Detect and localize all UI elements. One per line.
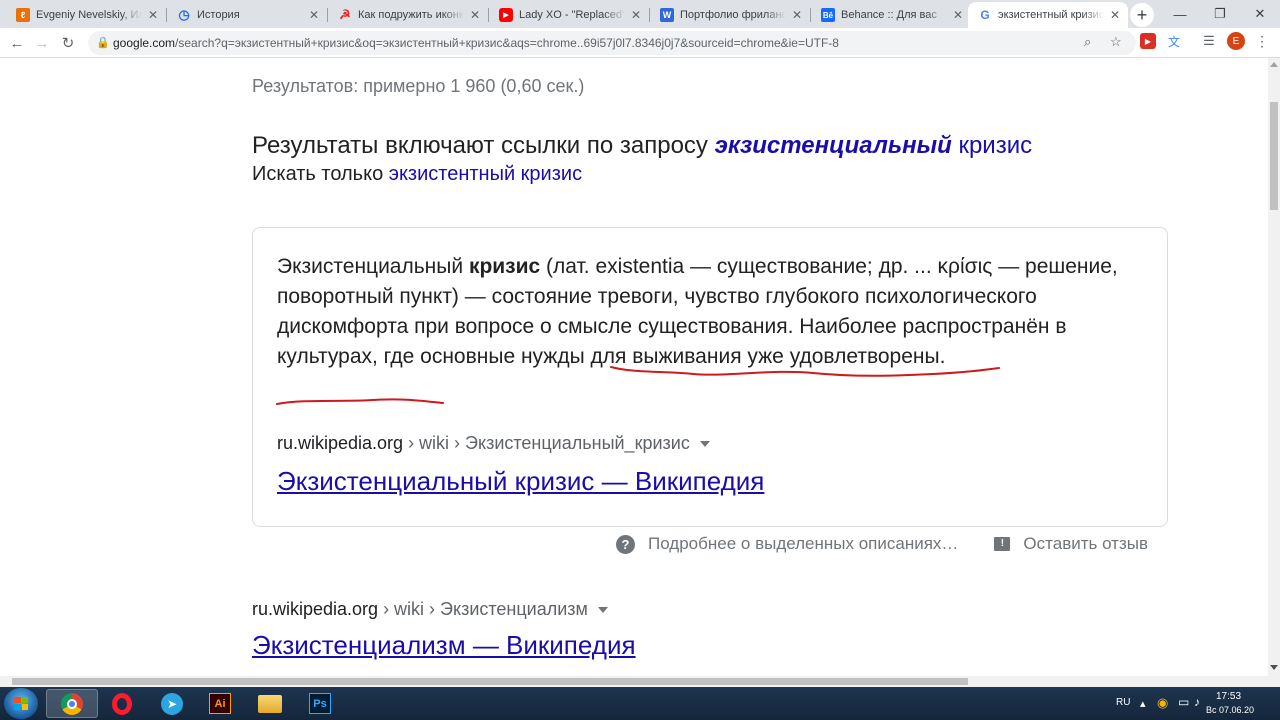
results-count: Результатов: примерно 1 960 (0,60 сек.) xyxy=(252,76,585,96)
forward-icon[interactable]: → xyxy=(31,32,53,54)
lock-icon[interactable]: 🔒 xyxy=(96,36,110,49)
close-icon[interactable]: ✕ xyxy=(629,8,643,22)
horizontal-scrollbar[interactable] xyxy=(0,676,1280,687)
new-tab-button[interactable]: + xyxy=(1130,3,1154,27)
search-only-original: Искать только экзистентный кризис xyxy=(252,163,583,185)
chrome-icon xyxy=(61,692,83,715)
scroll-up-icon[interactable] xyxy=(1270,62,1278,67)
page-content: Результатов: примерно 1 960 (0,60 сек.) … xyxy=(0,58,1268,676)
tab-0[interactable]: ℓ Evgeniy Nevelskiy, Иллюс ✕ xyxy=(6,2,166,28)
featured-cite: ru.wikipedia.org › wiki › Экзистенциальн… xyxy=(277,433,710,454)
taskbar-telegram[interactable]: ➤ xyxy=(146,689,198,718)
taskbar-photoshop[interactable]: Ps xyxy=(294,689,346,718)
zoom-icon[interactable]: ⌕ xyxy=(1084,34,1091,50)
back-icon[interactable]: ← xyxy=(6,32,28,54)
illustrator-icon: Ai xyxy=(209,693,231,714)
reload-icon[interactable]: ↻ xyxy=(57,32,79,54)
clock-time[interactable]: 17:53 xyxy=(1216,691,1241,702)
taskbar-explorer[interactable] xyxy=(244,689,296,718)
result-2-cite: ru.wikipedia.org › wiki › Экзистенциализ… xyxy=(252,599,608,620)
hammer-sickle-icon: ☭ xyxy=(339,7,351,22)
opera-icon xyxy=(112,692,132,715)
profile-avatar[interactable]: E xyxy=(1227,32,1245,50)
help-icon[interactable]: ? xyxy=(616,534,635,554)
tab-2[interactable]: ☭ Как подружить иконки. Тв ✕ xyxy=(328,2,488,28)
network-icon[interactable]: ▭ xyxy=(1178,695,1189,709)
minimize-icon[interactable]: — xyxy=(1160,0,1200,28)
extension-icon[interactable]: ▶ xyxy=(1140,33,1156,49)
corrected-query-link[interactable]: экзистенциальный кризис xyxy=(715,132,1033,159)
start-button[interactable] xyxy=(4,688,38,719)
maximize-icon[interactable]: ❐ xyxy=(1200,0,1240,28)
translate-icon[interactable]: 文 xyxy=(1165,32,1183,50)
featured-snippet: Экзистенциальный кризис (лат. existentia… xyxy=(252,227,1168,527)
language-indicator[interactable]: RU xyxy=(1116,697,1130,708)
tray-app-icon[interactable]: ◉ xyxy=(1157,695,1168,711)
close-icon[interactable]: ✕ xyxy=(790,8,804,22)
fl-icon: ℓ xyxy=(16,8,30,22)
windows-taskbar: ➤ Ai Ps RU ▴ ◉ ▭ ♪ 17:53 Вс 07.06.20 xyxy=(0,687,1280,720)
url-text: google.com/search?q=экзистентный+кризис&… xyxy=(113,36,839,50)
featured-result-title[interactable]: Экзистенциальный кризис — Википедия xyxy=(277,466,764,497)
tab-3[interactable]: ▶ Lady XO - "Replaced" - Yo ✕ xyxy=(489,2,649,28)
bookmark-star-icon[interactable]: ☆ xyxy=(1110,34,1122,50)
tab-6-active[interactable]: G экзистентный кризис - П ✕ xyxy=(968,2,1128,28)
close-window-icon[interactable]: ✕ xyxy=(1240,0,1280,28)
youtube-icon: ▶ xyxy=(499,8,513,22)
close-icon[interactable]: ✕ xyxy=(307,8,321,22)
behance-icon: Bē xyxy=(821,8,835,22)
clock-date[interactable]: Вс 07.06.20 xyxy=(1206,705,1254,715)
feedback-icon[interactable]: ! xyxy=(994,537,1011,551)
taskbar-chrome[interactable] xyxy=(46,689,98,718)
chevron-down-icon[interactable] xyxy=(699,441,710,448)
telegram-icon: ➤ xyxy=(161,692,183,715)
featured-snippet-text: Экзистенциальный кризис (лат. existentia… xyxy=(277,255,1118,368)
address-bar[interactable]: 🔒 google.com/search?q=экзистентный+кризи… xyxy=(88,31,1136,55)
taskbar-illustrator[interactable]: Ai xyxy=(194,689,246,718)
menu-icon[interactable]: ⋮ xyxy=(1253,32,1271,50)
folder-icon xyxy=(258,694,282,713)
reading-list-icon[interactable]: ☰ xyxy=(1200,32,1218,50)
history-icon: ◷ xyxy=(178,7,190,22)
close-icon[interactable]: ✕ xyxy=(468,8,482,22)
chevron-down-icon[interactable] xyxy=(597,607,608,614)
vertical-scroll-thumb[interactable] xyxy=(1270,102,1278,210)
tray-expand-icon[interactable]: ▴ xyxy=(1140,697,1146,710)
about-featured-snippets-link[interactable]: Подробнее о выделенных описаниях… xyxy=(648,534,958,554)
close-icon[interactable]: ✕ xyxy=(146,8,160,22)
tab-5[interactable]: Bē Behance :: Для вас ✕ xyxy=(811,2,971,28)
spell-correction: Результаты включают ссылки по запросу эк… xyxy=(252,132,1033,159)
tab-strip: ℓ Evgeniy Nevelskiy, Иллюс ✕ ◷ История ✕… xyxy=(0,0,1280,28)
horizontal-scroll-thumb[interactable] xyxy=(12,678,968,685)
close-icon[interactable]: ✕ xyxy=(1108,8,1122,22)
close-icon[interactable]: ✕ xyxy=(951,8,965,22)
browser-toolbar: ← → ↻ 🔒 google.com/search?q=экзистентный… xyxy=(0,28,1280,58)
w-icon: W xyxy=(660,8,674,22)
result-2-title[interactable]: Экзистенциализм — Википедия xyxy=(252,630,636,661)
original-query-link[interactable]: экзистентный кризис xyxy=(389,163,582,185)
windows-logo-icon xyxy=(14,697,28,710)
leave-feedback-link[interactable]: Оставить отзыв xyxy=(1023,534,1148,554)
vertical-scrollbar[interactable] xyxy=(1268,58,1280,676)
underline-stroke-2 xyxy=(276,398,444,405)
taskbar-opera[interactable] xyxy=(96,689,148,718)
snippet-feedback-row: ? Подробнее о выделенных описаниях… ! Ос… xyxy=(616,534,1148,554)
google-icon: G xyxy=(980,8,990,22)
tab-4[interactable]: W Портфолио фрилансера ✕ xyxy=(650,2,810,28)
tab-1[interactable]: ◷ История ✕ xyxy=(167,2,327,28)
photoshop-icon: Ps xyxy=(309,693,331,714)
volume-icon[interactable]: ♪ xyxy=(1194,695,1200,709)
scroll-down-icon[interactable] xyxy=(1270,665,1278,670)
